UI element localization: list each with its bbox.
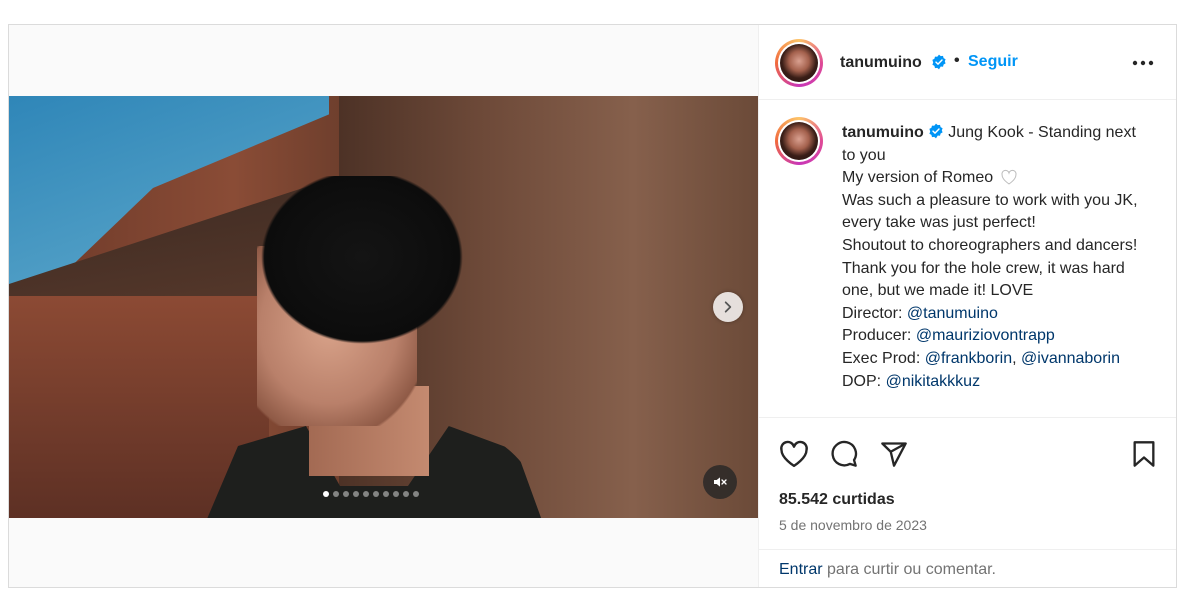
carousel-dot	[333, 491, 339, 497]
caption-area: tanumuino Jung Kook - Standing next to y…	[759, 101, 1176, 418]
carousel-indicator	[323, 491, 419, 497]
mute-toggle-button[interactable]	[703, 465, 737, 499]
save-button[interactable]	[1129, 439, 1159, 469]
comment-icon	[831, 440, 858, 467]
video-person-hair	[247, 176, 477, 356]
mention-dop[interactable]: @nikitakkkuz	[886, 373, 981, 390]
follow-button[interactable]: Seguir	[968, 53, 1018, 71]
carousel-dot	[343, 491, 349, 497]
caption-username[interactable]: tanumuino	[842, 124, 924, 141]
mention-director[interactable]: @tanumuino	[907, 305, 998, 322]
post-card: tanumuino • Seguir tanumuino Jung Kook -…	[8, 24, 1177, 588]
producer-label: Producer:	[842, 327, 912, 345]
heart-icon	[780, 440, 808, 468]
share-button[interactable]	[879, 439, 909, 469]
bookmark-icon	[1133, 441, 1155, 467]
caption-line-3: Was such a pleasure to work with you JK,…	[842, 191, 1138, 232]
verified-icon	[932, 54, 946, 70]
caption-line-2: My version of Romeo	[842, 169, 994, 187]
post-date[interactable]: 5 de novembro de 2023	[779, 517, 927, 533]
director-label: Director:	[842, 304, 903, 322]
carousel-dot	[413, 491, 419, 497]
carousel-dot	[373, 491, 379, 497]
header-separator: •	[954, 52, 960, 69]
carousel-dot	[323, 491, 329, 497]
exec-separator: ,	[1012, 349, 1017, 367]
share-icon	[881, 442, 907, 467]
mention-exec-prod-1[interactable]: @frankborin	[925, 350, 1012, 367]
comment-button[interactable]	[829, 439, 859, 469]
caption-line-4: Shoutout to choreographers and dancers!	[842, 236, 1138, 254]
post-header: tanumuino • Seguir	[759, 25, 1176, 100]
caption-avatar-image	[780, 122, 818, 160]
comment-bar: Entrar para curtir ou comentar.	[759, 549, 1176, 587]
dop-label: DOP:	[842, 372, 882, 390]
caption-avatar[interactable]	[775, 117, 823, 165]
likes-count[interactable]: 85.542 curtidas	[779, 491, 895, 509]
media-area	[9, 25, 758, 587]
like-button[interactable]	[779, 439, 809, 469]
more-icon	[1132, 60, 1154, 66]
mention-producer[interactable]: @mauriziovontrapp	[916, 327, 1055, 344]
mention-exec-prod-2[interactable]: @ivannaborin	[1021, 350, 1120, 367]
carousel-dot	[383, 491, 389, 497]
avatar-image	[780, 44, 818, 82]
caption-text: tanumuino Jung Kook - Standing next to y…	[842, 122, 1152, 393]
carousel-dot	[363, 491, 369, 497]
chevron-right-icon	[724, 301, 732, 313]
avatar[interactable]	[775, 39, 823, 87]
next-slide-button[interactable]	[713, 292, 743, 322]
post-video[interactable]	[9, 96, 758, 518]
carousel-dot	[353, 491, 359, 497]
comment-bar-text: para curtir ou comentar.	[827, 561, 996, 578]
caption-line-5: Thank you for the hole crew, it was hard…	[842, 259, 1125, 300]
action-bar	[759, 439, 1176, 469]
post-sidebar: tanumuino • Seguir tanumuino Jung Kook -…	[758, 25, 1176, 587]
verified-icon	[929, 123, 943, 139]
carousel-dot	[393, 491, 399, 497]
muted-audio-icon	[714, 477, 727, 487]
more-options-button[interactable]	[1129, 49, 1157, 77]
white-heart-emoji-icon	[1001, 170, 1017, 185]
carousel-dot	[403, 491, 409, 497]
login-link[interactable]: Entrar	[779, 561, 823, 578]
exec-prod-label: Exec Prod:	[842, 349, 921, 367]
header-username[interactable]: tanumuino	[840, 54, 922, 72]
